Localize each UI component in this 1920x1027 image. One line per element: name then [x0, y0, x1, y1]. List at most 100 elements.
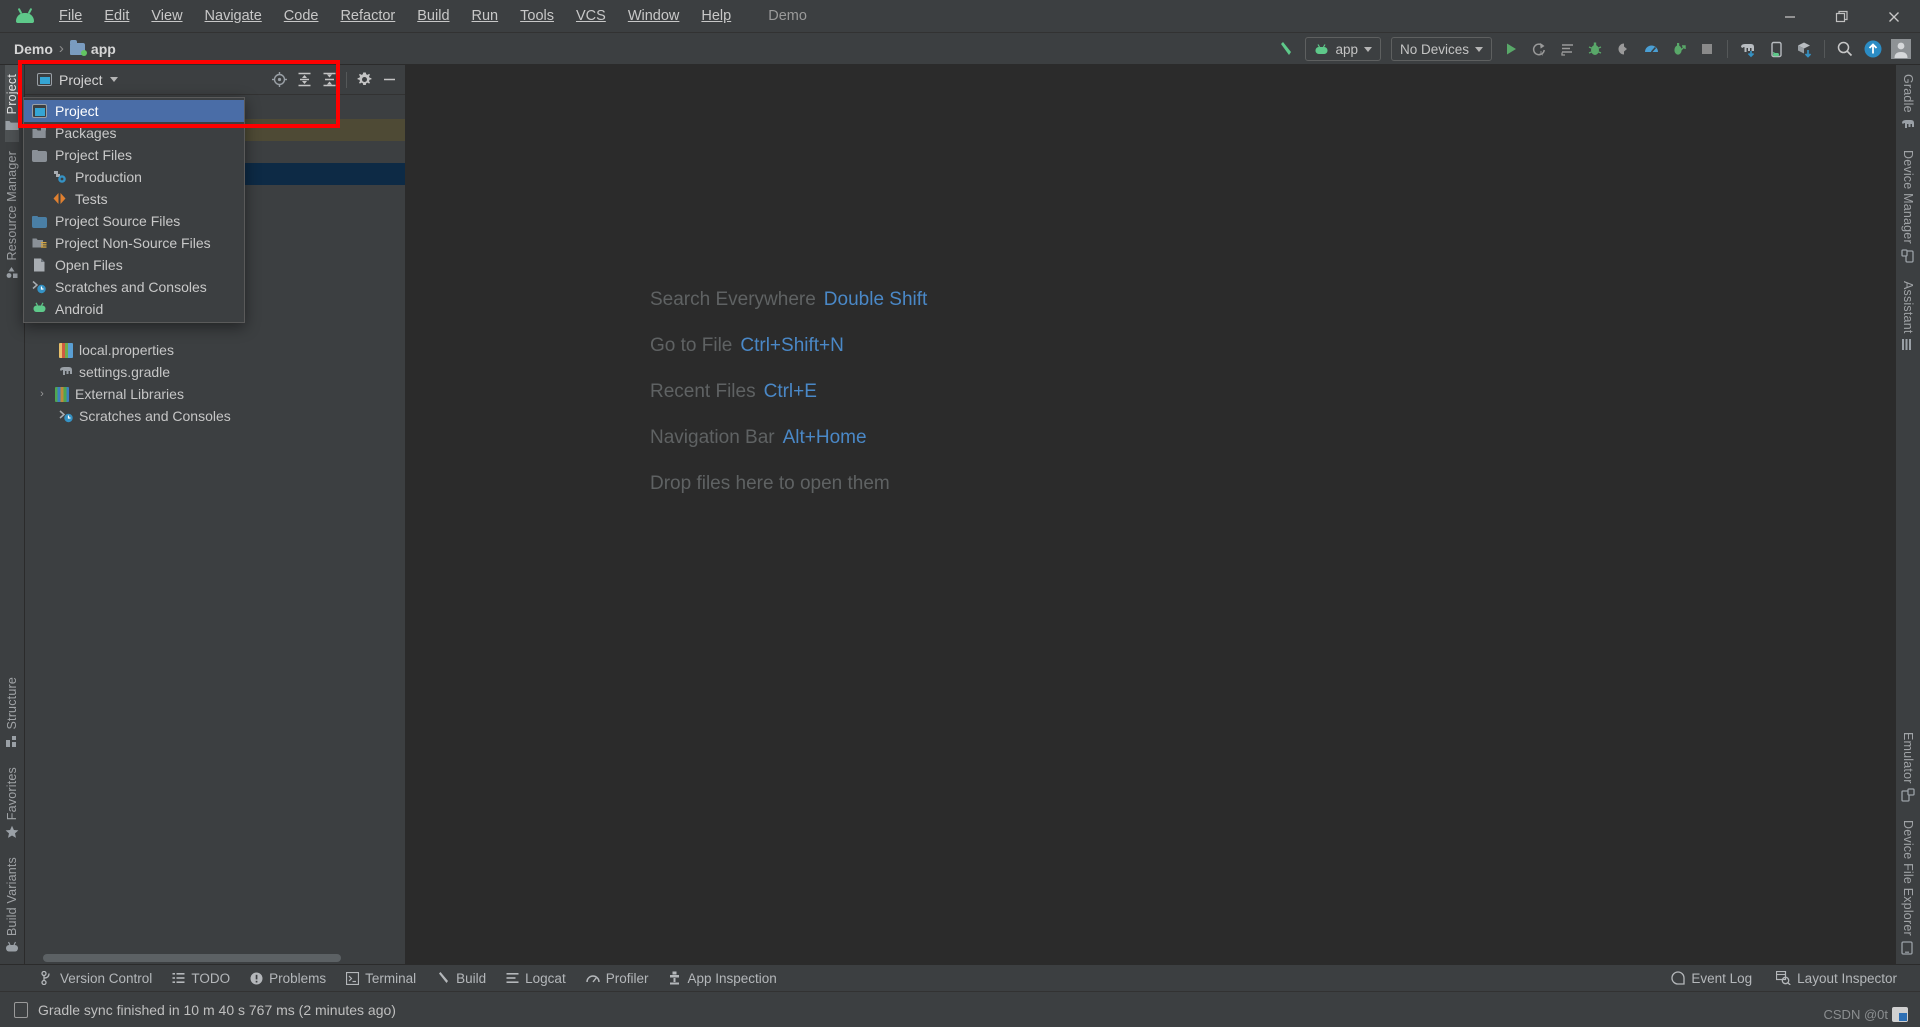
- tool-button-label: Layout Inspector: [1797, 970, 1897, 986]
- device-selector[interactable]: No Devices: [1390, 37, 1492, 61]
- sdk-manager-icon[interactable]: [1791, 36, 1817, 62]
- dropdown-item-project[interactable]: Project: [24, 100, 244, 122]
- run-icon[interactable]: [1498, 36, 1524, 62]
- menu-refactor[interactable]: Refactor: [329, 4, 406, 28]
- tool-button-version-control[interactable]: Version Control: [32, 968, 161, 989]
- sidebar-item-device-file-explorer[interactable]: Device File Explorer: [1901, 811, 1915, 964]
- sidebar-item-favorites[interactable]: Favorites: [5, 758, 19, 848]
- tool-button-profiler[interactable]: Profiler: [577, 968, 658, 989]
- tree-row[interactable]: local.properties: [25, 339, 405, 361]
- menu-navigate[interactable]: Navigate: [194, 4, 273, 28]
- avd-manager-icon[interactable]: [1763, 36, 1789, 62]
- apply-code-changes-icon[interactable]: [1554, 36, 1580, 62]
- module-folder-icon: [69, 39, 87, 56]
- expand-all-icon[interactable]: [292, 68, 316, 92]
- menu-run[interactable]: Run: [461, 4, 510, 28]
- maximize-button[interactable]: [1816, 0, 1868, 33]
- menu-build[interactable]: Build: [406, 4, 460, 28]
- update-icon[interactable]: [1860, 36, 1886, 62]
- minimize-button[interactable]: [1764, 0, 1816, 33]
- dropdown-item-production[interactable]: Production: [24, 166, 244, 188]
- sidebar-item-emulator[interactable]: Emulator: [1901, 723, 1915, 812]
- sidebar-label-project: Project: [5, 74, 19, 115]
- notification-icon[interactable]: [14, 1001, 28, 1018]
- profiler-icon[interactable]: [1638, 36, 1664, 62]
- dropdown-item-project-files[interactable]: Project Files: [24, 144, 244, 166]
- menu-code[interactable]: Code: [273, 4, 330, 28]
- gradle-sync-icon[interactable]: [1735, 36, 1761, 62]
- sidebar-label-build-variants: Build Variants: [5, 857, 19, 936]
- breadcrumb-separator: ›: [58, 40, 64, 57]
- dropdown-item-project-non-source-files[interactable]: Project Non-Source Files: [24, 232, 244, 254]
- menu-file[interactable]: File: [48, 4, 93, 28]
- tool-button-build[interactable]: Build: [427, 968, 495, 989]
- minimize-icon[interactable]: [377, 68, 401, 92]
- apply-changes-icon[interactable]: A: [1526, 36, 1552, 62]
- dropdown-label: Tests: [75, 191, 108, 207]
- account-icon[interactable]: [1888, 36, 1914, 62]
- dropdown-item-open-files[interactable]: Open Files: [24, 254, 244, 276]
- tool-button-todo[interactable]: TODO: [163, 968, 239, 989]
- tool-button-label: App Inspection: [687, 970, 777, 986]
- project-view-icon: [32, 104, 47, 118]
- watermark: CSDN @0t: [1824, 1007, 1908, 1022]
- editor-empty-area[interactable]: Search Everywhere Double Shift Go to File…: [406, 65, 1895, 964]
- run-configuration-selector[interactable]: app: [1305, 37, 1381, 61]
- tool-button-problems[interactable]: Problems: [241, 968, 335, 989]
- tool-button-logcat[interactable]: Logcat: [497, 968, 575, 989]
- sidebar-item-build-variants[interactable]: Build Variants: [5, 848, 19, 964]
- tool-button-event-log[interactable]: Event Log: [1662, 968, 1761, 989]
- menu-vcs[interactable]: VCS: [565, 4, 617, 28]
- tip-recent-files: Recent Files Ctrl+E: [650, 381, 927, 403]
- project-panel-actions: [267, 68, 401, 92]
- menu-view[interactable]: View: [140, 4, 193, 28]
- dropdown-item-android[interactable]: Android: [24, 298, 244, 320]
- search-icon[interactable]: [1832, 36, 1858, 62]
- project-horizontal-scrollbar[interactable]: [25, 951, 405, 964]
- profile-app-icon[interactable]: [1666, 36, 1692, 62]
- project-view-selector[interactable]: Project: [35, 70, 124, 90]
- collapse-all-icon[interactable]: [317, 68, 341, 92]
- breadcrumb-module[interactable]: app: [91, 41, 116, 57]
- menu-window[interactable]: Window: [617, 4, 691, 28]
- tool-button-layout-inspector[interactable]: Layout Inspector: [1767, 968, 1906, 989]
- sidebar-item-structure[interactable]: Structure: [5, 668, 19, 758]
- right-tool-rail: Gradle Device Manager Assistant Emulator: [1895, 65, 1920, 964]
- attach-debugger-icon[interactable]: [1610, 36, 1636, 62]
- breadcrumb-project[interactable]: Demo: [14, 41, 53, 57]
- tool-button-app-inspection[interactable]: App Inspection: [659, 968, 785, 989]
- menu-edit[interactable]: Edit: [93, 4, 140, 28]
- scrollbar-thumb[interactable]: [43, 954, 341, 962]
- sidebar-item-resource-manager[interactable]: Resource Manager: [5, 142, 19, 289]
- menu-tools[interactable]: Tools: [509, 4, 565, 28]
- menu-help[interactable]: Help: [690, 4, 742, 28]
- assistant-icon: [1901, 338, 1915, 352]
- make-project-icon[interactable]: [1273, 36, 1299, 62]
- dropdown-item-scratches-and-consoles[interactable]: Scratches and Consoles: [24, 276, 244, 298]
- close-button[interactable]: [1868, 0, 1920, 33]
- tree-row[interactable]: › External Libraries: [25, 383, 405, 405]
- stop-icon[interactable]: [1694, 36, 1720, 62]
- breadcrumb: Demo › app: [14, 39, 116, 57]
- tool-button-label: Version Control: [60, 970, 153, 986]
- android-logo-icon: [14, 7, 36, 23]
- tree-row[interactable]: settings.gradle: [25, 361, 405, 383]
- tests-icon: [52, 192, 67, 206]
- gradle-file-icon: [59, 365, 73, 380]
- tool-button-terminal[interactable]: Terminal: [337, 968, 425, 989]
- sidebar-item-assistant[interactable]: Assistant: [1901, 272, 1915, 362]
- gear-icon[interactable]: [352, 68, 376, 92]
- sidebar-item-project[interactable]: Project: [5, 65, 19, 143]
- sidebar-item-device-manager[interactable]: Device Manager: [1901, 141, 1915, 272]
- dropdown-item-packages[interactable]: Packages: [24, 122, 244, 144]
- crosshair-icon[interactable]: [267, 68, 291, 92]
- dropdown-label: Scratches and Consoles: [55, 279, 207, 295]
- dropdown-item-project-source-files[interactable]: Project Source Files: [24, 210, 244, 232]
- chevron-right-icon[interactable]: ›: [35, 388, 49, 400]
- dropdown-item-tests[interactable]: Tests: [24, 188, 244, 210]
- sidebar-item-gradle[interactable]: Gradle: [1901, 65, 1915, 141]
- debug-icon[interactable]: [1582, 36, 1608, 62]
- project-view-dropdown-menu[interactable]: Project Packages Project Files Productio…: [23, 97, 245, 323]
- tree-row[interactable]: Scratches and Consoles: [25, 405, 405, 427]
- tip-shortcut: Ctrl+E: [763, 381, 817, 402]
